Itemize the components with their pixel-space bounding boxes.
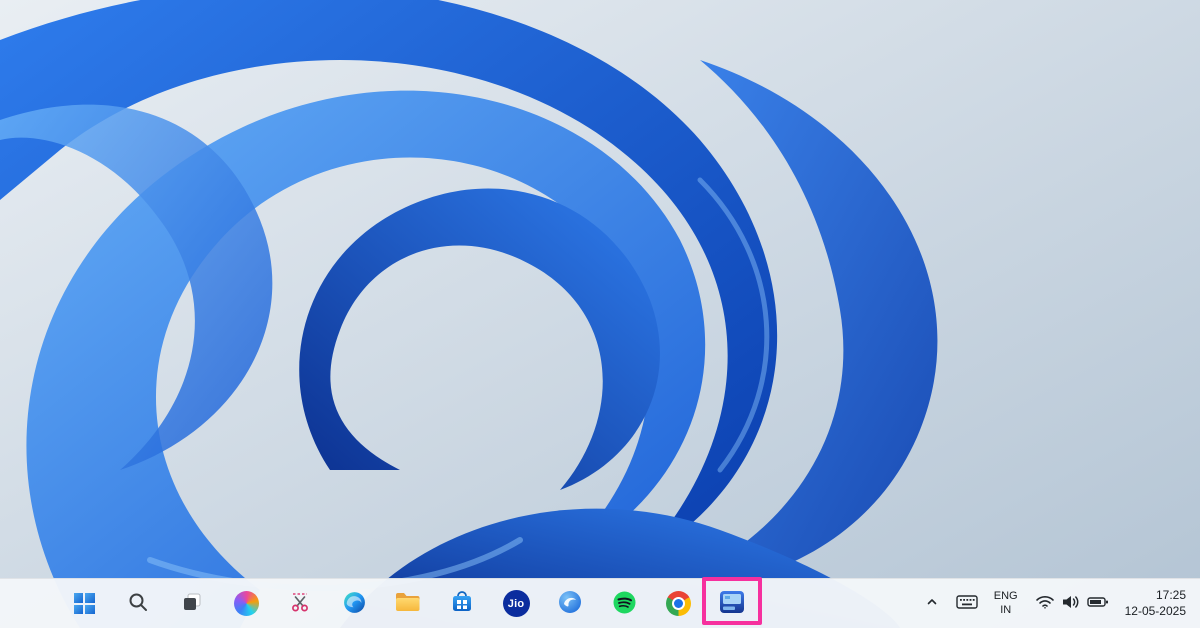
chrome-button[interactable] [656, 582, 700, 626]
file-explorer-button[interactable] [386, 582, 430, 626]
task-view-icon [181, 591, 203, 616]
search-icon [127, 591, 149, 616]
start-icon [74, 593, 95, 614]
snipping-tool-icon [289, 591, 311, 616]
language-line1: ENG [994, 590, 1018, 603]
task-view-button[interactable] [170, 582, 214, 626]
file-explorer-icon [395, 591, 421, 616]
start-button[interactable] [62, 582, 106, 626]
edge-icon [342, 590, 367, 618]
taskbar-icon-row: Jio [62, 579, 754, 628]
microsoft-store-button[interactable] [440, 582, 484, 626]
copilot-button[interactable] [224, 582, 268, 626]
desktop: Jio [0, 0, 1200, 628]
taskbar: Jio [0, 578, 1200, 628]
clock-date: 12-05-2025 [1125, 604, 1186, 620]
touch-keyboard-button[interactable] [949, 584, 985, 624]
touch-keyboard-icon [956, 594, 978, 613]
system-icons-button[interactable] [1027, 584, 1117, 624]
microsoft-store-icon [450, 590, 474, 617]
spotify-button[interactable] [602, 582, 646, 626]
clock-time: 17:25 [1125, 588, 1186, 604]
copilot-icon [234, 591, 259, 616]
highlighted-app-icon [718, 588, 746, 619]
language-line2: IN [994, 604, 1018, 617]
jio-button[interactable]: Jio [494, 582, 538, 626]
blue-swirl-app-button[interactable] [548, 582, 592, 626]
chrome-icon [666, 591, 691, 616]
clock[interactable]: 17:25 12-05-2025 [1119, 584, 1198, 624]
highlighted-app-button[interactable] [710, 582, 754, 626]
language-indicator[interactable]: ENG IN [987, 584, 1025, 624]
spotify-icon [612, 590, 637, 618]
desktop-wallpaper [0, 0, 1200, 628]
search-button[interactable] [116, 582, 160, 626]
hidden-icons-button[interactable] [917, 584, 947, 624]
bloom-wallpaper-art [0, 0, 1200, 628]
jio-label: Jio [508, 598, 525, 610]
clock-text: 17:25 12-05-2025 [1125, 588, 1186, 619]
wifi-icon [1035, 594, 1055, 613]
chevron-up-icon [924, 594, 940, 613]
jio-icon: Jio [503, 590, 530, 617]
snipping-tool-button[interactable] [278, 582, 322, 626]
speaker-icon [1061, 593, 1081, 614]
language-label: ENG IN [994, 590, 1018, 616]
edge-button[interactable] [332, 582, 376, 626]
system-tray: ENG IN [917, 579, 1198, 628]
blue-swirl-app-icon [557, 589, 583, 618]
battery-icon [1087, 595, 1109, 612]
